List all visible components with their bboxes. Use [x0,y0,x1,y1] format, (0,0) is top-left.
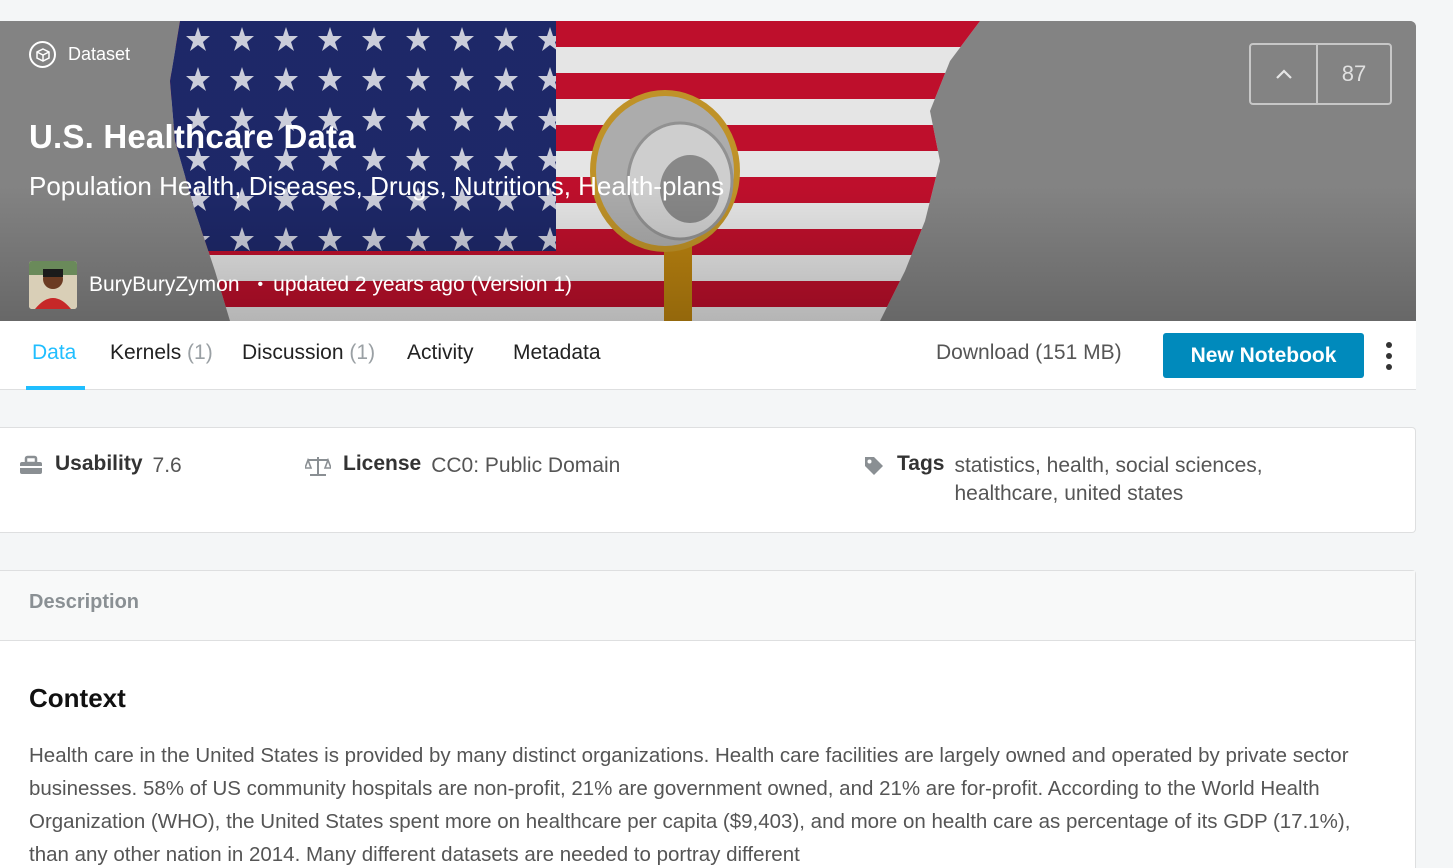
dataset-meta-card: Usability 7.6 License CC0: Public Domain… [0,427,1416,533]
page-subtitle: Population Health, Diseases, Drugs, Nutr… [29,171,725,201]
tab-label: Metadata [513,341,601,364]
license-item: License CC0: Public Domain [305,452,620,480]
description-card: Description Context Health care in the U… [0,570,1416,868]
usability-value: 7.6 [152,454,182,477]
tab-discussion[interactable]: Discussion (1) [242,341,375,365]
download-link[interactable]: Download (151 MB) [936,341,1122,365]
tags-line[interactable]: healthcare, united states [954,482,1183,505]
upvote-button[interactable] [1251,45,1318,103]
upvote-widget: 87 [1249,43,1392,105]
tab-metadata[interactable]: Metadata [513,341,601,365]
license-label: License [343,452,422,475]
description-heading: Context [29,683,126,713]
new-notebook-button[interactable]: New Notebook [1163,333,1364,378]
dataset-badge-label: Dataset [68,44,131,64]
tab-label: Data [32,341,77,364]
byline: BuryBuryZymon • updated 2 years ago (Ver… [29,261,572,309]
separator-dot: • [257,276,264,293]
tab-label: Activity [407,341,474,364]
license-value[interactable]: CC0: Public Domain [431,452,620,480]
chevron-up-icon [1275,69,1292,79]
dataset-badge: Dataset [29,41,130,68]
dataset-icon [29,41,56,68]
tab-label: Discussion [242,341,344,364]
scale-icon [305,457,331,476]
active-tab-indicator [26,386,85,390]
updated-text: updated 2 years ago (Version 1) [273,273,573,296]
more-options-icon[interactable] [1382,342,1396,370]
usability-label: Usability [55,452,143,475]
toolbox-icon [20,455,42,474]
vote-count: 87 [1341,61,1367,86]
tab-label: Kernels [110,341,182,364]
tab-kernels[interactable]: Kernels (1) [110,341,213,365]
tab-count: (1) [187,341,213,364]
author-link[interactable]: BuryBuryZymon [89,273,240,297]
tags-line[interactable]: statistics, health, social sciences, [954,454,1262,477]
page-title: U.S. Healthcare Data [29,118,356,155]
description-header: Description [0,571,1415,641]
tab-data[interactable]: Data [32,341,76,365]
tags-item: Tags statistics, health, social sciences… [863,452,1263,508]
description-body: Health care in the United States is prov… [29,744,1351,866]
tab-count: (1) [349,341,376,364]
usability-item: Usability 7.6 [19,452,182,480]
tab-activity[interactable]: Activity [407,341,474,365]
tab-bar: Data Kernels (1) Discussion (1) Activity… [0,321,1416,390]
tags-list[interactable]: statistics, health, social sciences, hea… [954,452,1262,508]
dataset-header: Dataset U.S. Healthcare Data Population … [0,21,1416,321]
tag-icon [865,457,883,475]
avatar[interactable] [29,261,77,309]
tags-label: Tags [897,452,945,475]
